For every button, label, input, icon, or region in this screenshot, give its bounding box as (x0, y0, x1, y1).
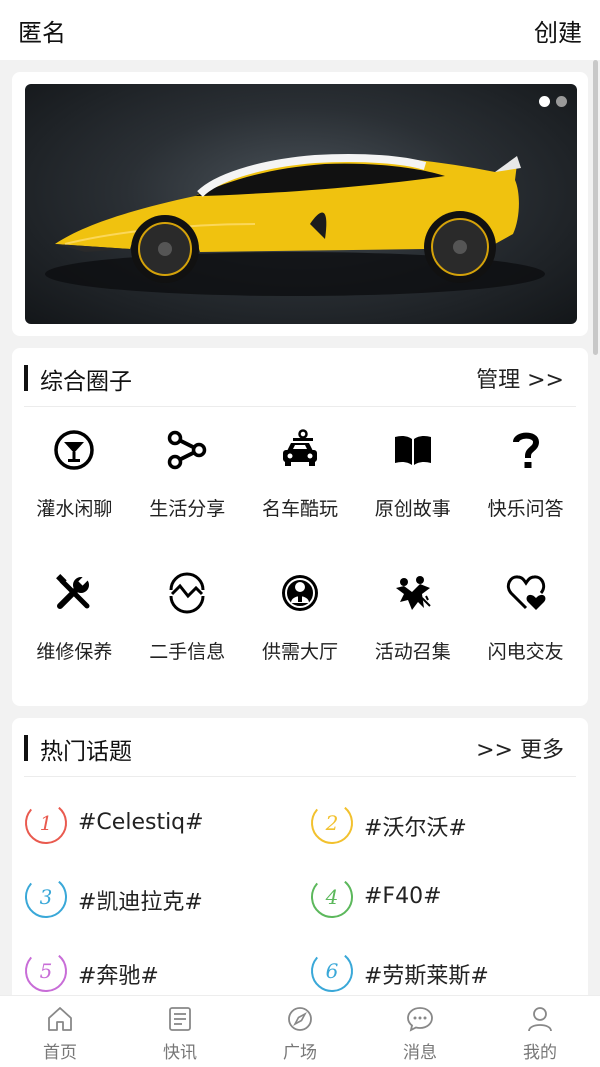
circle-item[interactable]: 生活分享 (131, 420, 244, 563)
carousel-dot[interactable] (556, 96, 567, 107)
topic-name: #凯迪拉克# (78, 890, 203, 915)
topic-name: #Celestiq# (78, 810, 204, 835)
circle-item[interactable]: 活动召集 (356, 563, 469, 706)
tab-label: 快讯 (163, 1043, 197, 1063)
home-icon (48, 1007, 72, 1031)
circle-label: 维修保养 (36, 641, 113, 663)
circle-label: 闪电交友 (487, 641, 564, 663)
topic-rank: 4 (325, 885, 339, 909)
tab-label: 首页 (43, 1043, 77, 1063)
circle-label: 二手信息 (149, 641, 226, 663)
topic-rank: 3 (39, 885, 53, 909)
tools-icon (52, 571, 96, 615)
topic-rank: 6 (325, 959, 339, 983)
circle-item[interactable]: 灌水闲聊 (18, 420, 131, 563)
topics-title: 热门话题 (40, 739, 132, 765)
topic-item[interactable]: 6 #劳斯莱斯# (310, 946, 580, 995)
circle-item[interactable]: 二手信息 (131, 563, 244, 706)
book-icon (391, 428, 435, 472)
exchange-icon (165, 571, 209, 615)
carousel-dots (539, 96, 567, 107)
message-icon (407, 1007, 433, 1032)
topic-item[interactable]: 4 #F40# (310, 872, 580, 922)
circle-label: 灌水闲聊 (36, 498, 113, 520)
topic-item[interactable]: 1 #Celestiq# (24, 798, 294, 848)
share-icon (165, 428, 209, 472)
question-icon (504, 428, 548, 472)
manage-link[interactable]: 管理 >> (476, 362, 564, 394)
section-marker (24, 735, 28, 761)
circle-item[interactable]: 维修保养 (18, 563, 131, 706)
carousel-dot-active[interactable] (539, 96, 550, 107)
bottom-tab-bar: 首页 快讯 广场 消息 我的 (0, 995, 600, 1067)
person-badge-icon (278, 571, 322, 615)
more-link[interactable]: >> 更多 (476, 732, 564, 764)
tab-news[interactable]: 快讯 (120, 996, 240, 1067)
user-icon (528, 1007, 552, 1032)
topic-item[interactable]: 5 #奔驰# (24, 946, 294, 995)
tab-label: 消息 (403, 1043, 437, 1063)
circles-grid: 灌水闲聊 生活分享 名车酷玩 原创故事 快乐问答 维修保养 二手信息 供需大厅 … (18, 420, 582, 706)
create-button[interactable]: 创建 (534, 13, 582, 48)
topic-name: #奔驰# (78, 964, 159, 989)
tab-label: 我的 (523, 1043, 557, 1063)
circle-item[interactable]: 供需大厅 (244, 563, 357, 706)
topic-rank: 5 (39, 959, 53, 983)
compass-icon (288, 1007, 312, 1031)
topic-item[interactable]: 2 #沃尔沃# (310, 798, 580, 848)
circle-item[interactable]: 快乐问答 (469, 420, 582, 563)
scrollbar[interactable] (593, 60, 598, 355)
tab-home[interactable]: 首页 (0, 996, 120, 1067)
divider (24, 776, 576, 777)
circle-label: 名车酷玩 (261, 498, 338, 520)
circle-item[interactable]: 名车酷玩 (244, 420, 357, 563)
topic-rank: 1 (39, 811, 53, 835)
anonymous-button[interactable]: 匿名 (18, 13, 66, 48)
circle-label: 供需大厅 (261, 641, 338, 663)
divider (24, 406, 576, 407)
topic-item[interactable]: 3 #凯迪拉克# (24, 872, 294, 922)
circle-label: 活动召集 (374, 641, 451, 663)
circles-title: 综合圈子 (40, 369, 132, 395)
tab-profile[interactable]: 我的 (480, 996, 600, 1067)
tab-label: 广场 (283, 1043, 317, 1063)
topics-card: 热门话题 >> 更多 1 #Celestiq# 2 #沃尔沃# 3 #凯迪拉克# (12, 718, 588, 995)
topic-name: #F40# (364, 884, 442, 909)
heart-icon (504, 571, 548, 615)
topic-name: #沃尔沃# (364, 816, 467, 841)
circles-header: 综合圈子 管理 >> (12, 348, 588, 407)
circle-label: 快乐问答 (487, 498, 564, 520)
banner-carousel[interactable] (25, 84, 577, 324)
circles-card: 综合圈子 管理 >> 灌水闲聊 生活分享 名车酷玩 原创故事 快乐问答 维修保养… (12, 348, 588, 706)
topics-header: 热门话题 >> 更多 (12, 718, 588, 777)
cocktail-icon (52, 428, 96, 472)
topic-rank: 2 (325, 811, 339, 835)
news-icon (169, 1007, 191, 1031)
car-icon (278, 428, 322, 472)
people-party-icon (391, 571, 435, 615)
circle-item[interactable]: 闪电交友 (469, 563, 582, 706)
circle-item[interactable]: 原创故事 (356, 420, 469, 563)
car-image (45, 154, 545, 296)
circle-label: 生活分享 (149, 498, 226, 520)
section-marker (24, 365, 28, 391)
tab-messages[interactable]: 消息 (360, 996, 480, 1067)
top-bar: 匿名 创建 (0, 0, 600, 60)
circle-label: 原创故事 (374, 498, 451, 520)
main-content[interactable]: 综合圈子 管理 >> 灌水闲聊 生活分享 名车酷玩 原创故事 快乐问答 维修保养… (0, 60, 600, 995)
tab-square[interactable]: 广场 (240, 996, 360, 1067)
banner-card (12, 72, 588, 336)
topic-name: #劳斯莱斯# (364, 964, 489, 989)
